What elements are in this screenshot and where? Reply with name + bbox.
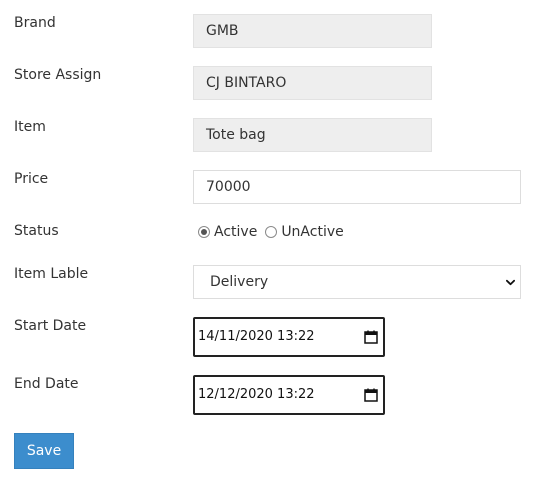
item-lable-select[interactable]: Delivery (193, 265, 521, 299)
end-date-value: 12/12/2020 13:22 (198, 387, 315, 402)
save-button[interactable]: Save (14, 433, 74, 469)
store-assign-field: CJ BINTARO (193, 66, 432, 100)
start-date-input[interactable]: 14/11/2020 13:22 (193, 317, 385, 357)
status-active-radio[interactable] (198, 226, 210, 238)
brand-label: Brand (14, 15, 56, 31)
start-date-label: Start Date (14, 318, 87, 334)
calendar-icon[interactable] (364, 330, 378, 344)
status-radio-group: Active UnActive (198, 222, 352, 242)
item-field: Tote bag (193, 118, 432, 152)
price-input[interactable]: 70000 (193, 170, 521, 204)
status-unactive-radio[interactable] (265, 226, 278, 238)
start-date-value: 14/11/2020 13:22 (198, 329, 315, 344)
status-row: Status Active UnActive (0, 222, 540, 242)
item-label: Item (14, 119, 46, 135)
chevron-down-icon (506, 279, 515, 286)
status-unactive-label[interactable]: UnActive (281, 224, 343, 240)
item-lable-value: Delivery (210, 274, 269, 290)
end-date-label: End Date (14, 376, 79, 392)
brand-field: GMB (193, 14, 432, 48)
status-label: Status (14, 223, 59, 239)
item-lable-label: Item Lable (14, 266, 89, 282)
calendar-icon[interactable] (364, 388, 378, 402)
status-active-label[interactable]: Active (214, 224, 257, 240)
end-date-input[interactable]: 12/12/2020 13:22 (193, 375, 385, 415)
store-assign-label: Store Assign (14, 67, 102, 83)
price-label: Price (14, 171, 49, 187)
